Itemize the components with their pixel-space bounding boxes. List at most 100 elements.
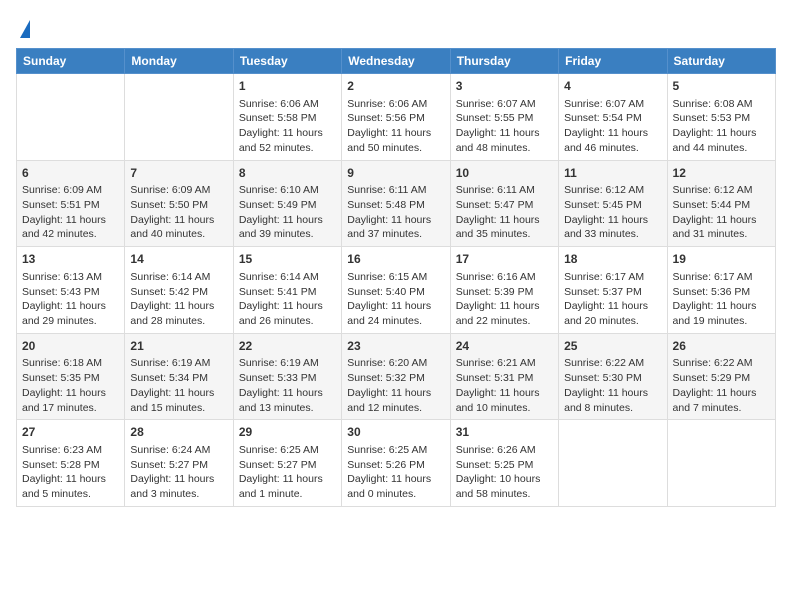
calendar-cell: 8Sunrise: 6:10 AM Sunset: 5:49 PM Daylig… bbox=[233, 160, 341, 247]
day-info: Sunrise: 6:11 AM Sunset: 5:47 PM Dayligh… bbox=[456, 183, 553, 242]
day-info: Sunrise: 6:06 AM Sunset: 5:58 PM Dayligh… bbox=[239, 97, 336, 156]
day-number: 18 bbox=[564, 251, 661, 268]
calendar-week-row: 13 Sunrise: 6:13 AM Sunset: 5:43 PM Dayli… bbox=[17, 247, 776, 334]
day-number: 31 bbox=[456, 424, 553, 441]
calendar-week-row: 1 Sunrise: 6:06 AM Sunset: 5:58 PM Daylig… bbox=[17, 74, 776, 161]
day-number: 15 bbox=[239, 251, 336, 268]
day-number: 9 bbox=[347, 165, 444, 182]
day-info: Sunrise: 6:17 AM Sunset: 5:36 PM Dayligh… bbox=[673, 270, 770, 329]
calendar-cell bbox=[667, 420, 775, 507]
day-info: Sunrise: 6:25 AM Sunset: 5:26 PM Dayligh… bbox=[347, 443, 444, 502]
calendar-cell: 24Sunrise: 6:21 AM Sunset: 5:31 PM Dayli… bbox=[450, 333, 558, 420]
day-number: 19 bbox=[673, 251, 770, 268]
day-number: 23 bbox=[347, 338, 444, 355]
weekday-header-monday: Monday bbox=[125, 49, 233, 74]
day-info: Sunrise: 6:17 AM Sunset: 5:37 PM Dayligh… bbox=[564, 270, 661, 329]
day-info: Sunrise: 6:14 AM Sunset: 5:41 PM Dayligh… bbox=[239, 270, 336, 329]
day-info: Sunrise: 6:24 AM Sunset: 5:27 PM Dayligh… bbox=[130, 443, 227, 502]
calendar-week-row: 6Sunrise: 6:09 AM Sunset: 5:51 PM Daylig… bbox=[17, 160, 776, 247]
calendar-cell bbox=[125, 74, 233, 161]
day-number: 17 bbox=[456, 251, 553, 268]
day-info: Sunrise: 6:11 AM Sunset: 5:48 PM Dayligh… bbox=[347, 183, 444, 242]
calendar-cell: 9Sunrise: 6:11 AM Sunset: 5:48 PM Daylig… bbox=[342, 160, 450, 247]
day-number: 7 bbox=[130, 165, 227, 182]
calendar-cell: 31 Sunrise: 6:26 AM Sunset: 5:25 PM Dayli… bbox=[450, 420, 558, 507]
weekday-header-wednesday: Wednesday bbox=[342, 49, 450, 74]
day-info: Sunrise: 6:19 AM Sunset: 5:33 PM Dayligh… bbox=[239, 356, 336, 415]
day-info: Sunrise: 6:16 AM Sunset: 5:39 PM Dayligh… bbox=[456, 270, 553, 329]
calendar-cell: 19 Sunrise: 6:17 AM Sunset: 5:36 PM Dayli… bbox=[667, 247, 775, 334]
day-number: 20 bbox=[22, 338, 119, 355]
day-info: Sunrise: 6:15 AM Sunset: 5:40 PM Dayligh… bbox=[347, 270, 444, 329]
day-info: Sunrise: 6:22 AM Sunset: 5:29 PM Dayligh… bbox=[673, 356, 770, 415]
day-number: 26 bbox=[673, 338, 770, 355]
calendar-cell: 15 Sunrise: 6:14 AM Sunset: 5:41 PM Dayli… bbox=[233, 247, 341, 334]
day-number: 1 bbox=[239, 78, 336, 95]
day-info: Sunrise: 6:19 AM Sunset: 5:34 PM Dayligh… bbox=[130, 356, 227, 415]
weekday-header-thursday: Thursday bbox=[450, 49, 558, 74]
day-number: 11 bbox=[564, 165, 661, 182]
day-info: Sunrise: 6:26 AM Sunset: 5:25 PM Dayligh… bbox=[456, 443, 553, 502]
day-number: 29 bbox=[239, 424, 336, 441]
day-info: Sunrise: 6:08 AM Sunset: 5:53 PM Dayligh… bbox=[673, 97, 770, 156]
day-number: 16 bbox=[347, 251, 444, 268]
logo bbox=[16, 16, 30, 38]
calendar-cell: 7Sunrise: 6:09 AM Sunset: 5:50 PM Daylig… bbox=[125, 160, 233, 247]
day-info: Sunrise: 6:20 AM Sunset: 5:32 PM Dayligh… bbox=[347, 356, 444, 415]
calendar-table: SundayMondayTuesdayWednesdayThursdayFrid… bbox=[16, 48, 776, 507]
day-info: Sunrise: 6:09 AM Sunset: 5:51 PM Dayligh… bbox=[22, 183, 119, 242]
calendar-cell: 28 Sunrise: 6:24 AM Sunset: 5:27 PM Dayli… bbox=[125, 420, 233, 507]
day-info: Sunrise: 6:10 AM Sunset: 5:49 PM Dayligh… bbox=[239, 183, 336, 242]
day-number: 5 bbox=[673, 78, 770, 95]
calendar-cell: 6Sunrise: 6:09 AM Sunset: 5:51 PM Daylig… bbox=[17, 160, 125, 247]
calendar-cell bbox=[17, 74, 125, 161]
calendar-cell: 2 Sunrise: 6:06 AM Sunset: 5:56 PM Daylig… bbox=[342, 74, 450, 161]
calendar-cell: 10Sunrise: 6:11 AM Sunset: 5:47 PM Dayli… bbox=[450, 160, 558, 247]
calendar-cell: 22Sunrise: 6:19 AM Sunset: 5:33 PM Dayli… bbox=[233, 333, 341, 420]
day-number: 3 bbox=[456, 78, 553, 95]
calendar-cell: 20Sunrise: 6:18 AM Sunset: 5:35 PM Dayli… bbox=[17, 333, 125, 420]
day-info: Sunrise: 6:09 AM Sunset: 5:50 PM Dayligh… bbox=[130, 183, 227, 242]
day-number: 27 bbox=[22, 424, 119, 441]
day-info: Sunrise: 6:18 AM Sunset: 5:35 PM Dayligh… bbox=[22, 356, 119, 415]
calendar-week-row: 20Sunrise: 6:18 AM Sunset: 5:35 PM Dayli… bbox=[17, 333, 776, 420]
calendar-cell: 3 Sunrise: 6:07 AM Sunset: 5:55 PM Daylig… bbox=[450, 74, 558, 161]
day-info: Sunrise: 6:22 AM Sunset: 5:30 PM Dayligh… bbox=[564, 356, 661, 415]
calendar-cell: 16 Sunrise: 6:15 AM Sunset: 5:40 PM Dayli… bbox=[342, 247, 450, 334]
calendar-cell: 13 Sunrise: 6:13 AM Sunset: 5:43 PM Dayli… bbox=[17, 247, 125, 334]
day-info: Sunrise: 6:14 AM Sunset: 5:42 PM Dayligh… bbox=[130, 270, 227, 329]
day-info: Sunrise: 6:23 AM Sunset: 5:28 PM Dayligh… bbox=[22, 443, 119, 502]
calendar-cell: 5 Sunrise: 6:08 AM Sunset: 5:53 PM Daylig… bbox=[667, 74, 775, 161]
calendar-cell: 25Sunrise: 6:22 AM Sunset: 5:30 PM Dayli… bbox=[559, 333, 667, 420]
day-info: Sunrise: 6:07 AM Sunset: 5:55 PM Dayligh… bbox=[456, 97, 553, 156]
day-number: 13 bbox=[22, 251, 119, 268]
calendar-cell: 27 Sunrise: 6:23 AM Sunset: 5:28 PM Dayli… bbox=[17, 420, 125, 507]
day-info: Sunrise: 6:12 AM Sunset: 5:44 PM Dayligh… bbox=[673, 183, 770, 242]
calendar-cell: 1 Sunrise: 6:06 AM Sunset: 5:58 PM Daylig… bbox=[233, 74, 341, 161]
weekday-header-friday: Friday bbox=[559, 49, 667, 74]
day-number: 14 bbox=[130, 251, 227, 268]
page-header bbox=[16, 16, 776, 38]
day-number: 25 bbox=[564, 338, 661, 355]
day-number: 12 bbox=[673, 165, 770, 182]
weekday-header-saturday: Saturday bbox=[667, 49, 775, 74]
day-info: Sunrise: 6:12 AM Sunset: 5:45 PM Dayligh… bbox=[564, 183, 661, 242]
day-number: 21 bbox=[130, 338, 227, 355]
day-number: 24 bbox=[456, 338, 553, 355]
day-info: Sunrise: 6:25 AM Sunset: 5:27 PM Dayligh… bbox=[239, 443, 336, 502]
calendar-cell: 4 Sunrise: 6:07 AM Sunset: 5:54 PM Daylig… bbox=[559, 74, 667, 161]
day-info: Sunrise: 6:13 AM Sunset: 5:43 PM Dayligh… bbox=[22, 270, 119, 329]
calendar-cell: 29 Sunrise: 6:25 AM Sunset: 5:27 PM Dayli… bbox=[233, 420, 341, 507]
day-number: 30 bbox=[347, 424, 444, 441]
calendar-cell: 12Sunrise: 6:12 AM Sunset: 5:44 PM Dayli… bbox=[667, 160, 775, 247]
day-number: 4 bbox=[564, 78, 661, 95]
logo-triangle-icon bbox=[20, 20, 30, 38]
calendar-cell: 17 Sunrise: 6:16 AM Sunset: 5:39 PM Dayli… bbox=[450, 247, 558, 334]
weekday-header-sunday: Sunday bbox=[17, 49, 125, 74]
weekday-header-row: SundayMondayTuesdayWednesdayThursdayFrid… bbox=[17, 49, 776, 74]
day-number: 28 bbox=[130, 424, 227, 441]
day-number: 2 bbox=[347, 78, 444, 95]
day-info: Sunrise: 6:07 AM Sunset: 5:54 PM Dayligh… bbox=[564, 97, 661, 156]
day-info: Sunrise: 6:06 AM Sunset: 5:56 PM Dayligh… bbox=[347, 97, 444, 156]
calendar-cell: 14 Sunrise: 6:14 AM Sunset: 5:42 PM Dayli… bbox=[125, 247, 233, 334]
